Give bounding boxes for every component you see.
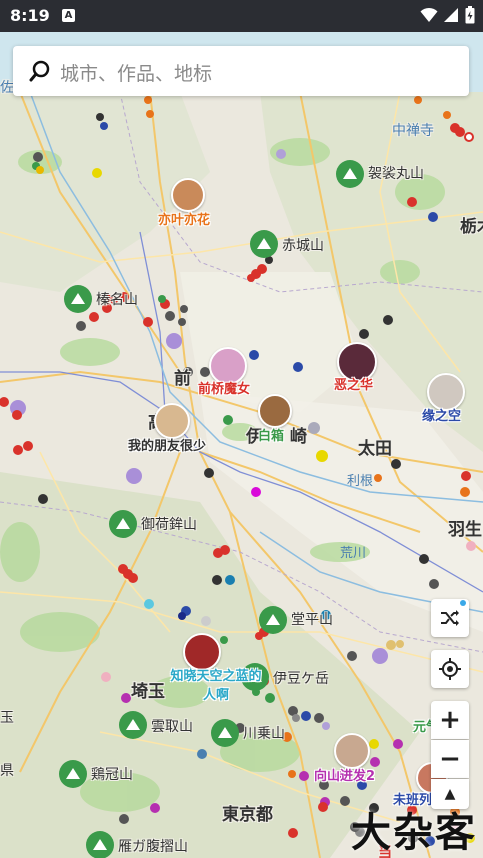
city-label-saitama: 埼玉 — [131, 682, 165, 702]
mountain-icon[interactable] — [109, 510, 137, 538]
mountain-icon[interactable] — [119, 711, 147, 739]
anime-label: 白箱 — [258, 429, 285, 444]
place-label-ken: 県 — [0, 763, 14, 779]
shuffle-icon — [441, 610, 459, 626]
zoom-in-label: + — [439, 705, 461, 735]
mountain-label: 御荷鉾山 — [141, 517, 197, 533]
zoom-out-label: − — [439, 744, 461, 774]
anime-label: 前桥魔女 — [198, 382, 251, 397]
status-time: 8:19 — [10, 6, 50, 25]
mountain-label: 鶏冠山 — [91, 767, 133, 783]
search-placeholder[interactable]: 城市、作品、地标 — [60, 59, 212, 86]
anime-label: 我的朋友很少 — [128, 439, 207, 454]
city-label-maebashi: 前 — [174, 369, 191, 389]
new-indicator — [460, 600, 466, 606]
search-bar[interactable]: 城市、作品、地标 — [13, 46, 469, 96]
anime-label: 知晓天空之蓝的人啊 — [170, 669, 262, 703]
place-label-chuzenji: 中禅寺 — [392, 123, 434, 139]
mountain-label: 榛名山 — [96, 292, 138, 308]
battery-icon — [465, 6, 475, 24]
mountain-icon[interactable] — [336, 160, 364, 188]
mountain-label: 袈裟丸山 — [368, 166, 424, 182]
city-label-tochigi: 栃木 — [460, 217, 483, 237]
mountain-label: 雲取山 — [151, 719, 193, 735]
search-icon — [29, 60, 50, 82]
anime-avatar[interactable] — [171, 178, 205, 212]
city-label-hanyu: 羽生 — [448, 520, 482, 540]
a-icon: A — [62, 9, 75, 22]
mountain-label: 伊豆ケ岳 — [273, 671, 329, 687]
zoom-out-button[interactable]: − — [431, 740, 469, 778]
mountain-label: 赤城山 — [282, 238, 324, 254]
watermark: 大杂客 — [351, 809, 477, 856]
city-label-ota: 太田 — [358, 439, 392, 459]
river-label-tone: 利根 — [347, 474, 374, 489]
map-base — [0, 32, 483, 858]
signal-icon — [444, 8, 458, 22]
anime-label: 向山进发2 — [314, 769, 376, 784]
wifi-icon — [420, 7, 438, 22]
locate-button[interactable] — [431, 650, 469, 688]
mountain-icon[interactable] — [64, 285, 92, 313]
anime-label: 缘之空 — [422, 409, 462, 424]
mountain-icon[interactable] — [211, 719, 239, 747]
locate-icon — [439, 658, 461, 680]
anime-avatar[interactable] — [258, 394, 292, 428]
anime-label: 恶之华 — [334, 378, 374, 393]
place-label-sa: 佐 — [0, 80, 14, 96]
city-label-tokyo: 東京都 — [222, 805, 273, 825]
mountain-label: 堂平山 — [291, 612, 333, 628]
anime-avatar[interactable] — [334, 733, 370, 769]
city-label-saki: 崎 — [290, 427, 307, 447]
anime-avatar[interactable] — [154, 403, 190, 439]
mountain-label: 雁ガ腹摺山 — [118, 839, 188, 855]
map-canvas[interactable]: 袈裟丸山 赤城山 榛名山 御荷鉾山 堂平山 伊豆ケ岳 雲取山 川乗山 鶏冠山 雁… — [0, 32, 483, 858]
status-bar: 8:19 A — [0, 0, 483, 32]
anime-label: 亦叶亦花 — [158, 213, 211, 228]
mountain-icon[interactable] — [259, 606, 287, 634]
place-label-tama: 玉 — [0, 710, 14, 726]
zoom-in-button[interactable]: + — [431, 701, 469, 739]
river-label-arakawa: 荒川 — [340, 546, 367, 561]
mountain-icon[interactable] — [59, 760, 87, 788]
mountain-icon[interactable] — [250, 230, 278, 258]
status-icons — [420, 6, 475, 24]
mountain-label: 川乗山 — [243, 726, 285, 742]
mountain-icon[interactable] — [86, 831, 114, 858]
